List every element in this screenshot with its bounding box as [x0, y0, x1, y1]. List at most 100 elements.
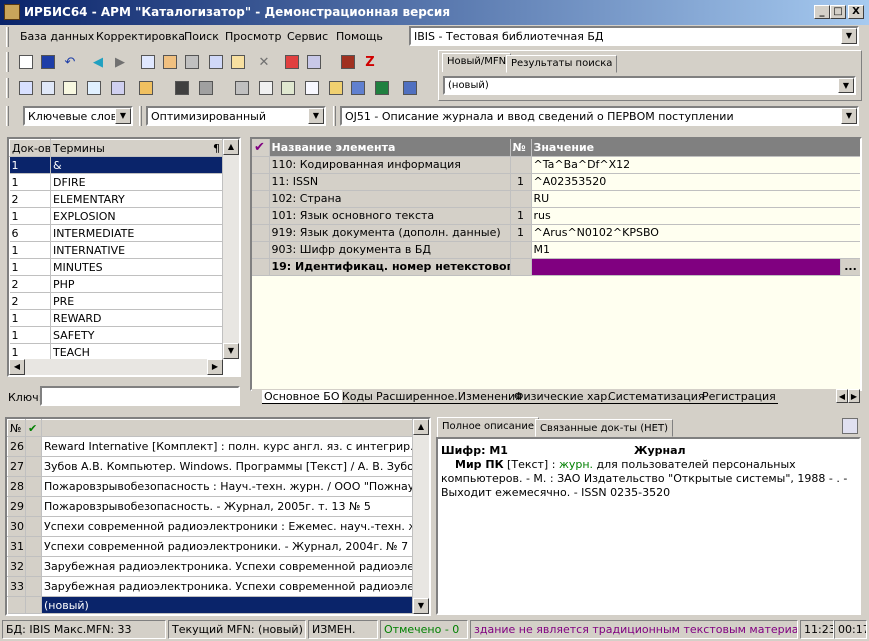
record-row[interactable]: 29 Пожаровзрывобезопасность. - Журнал, 20…: [7, 496, 413, 517]
export-icon[interactable]: [304, 52, 324, 72]
records-list[interactable]: № ✔ 26 Reward Internative [Комплект] : по…: [5, 417, 431, 616]
record-mark[interactable]: [25, 496, 42, 517]
search-mode-select[interactable]: Оптимизированный ▼: [146, 106, 326, 126]
records-col-title[interactable]: [41, 419, 413, 437]
field-row[interactable]: 19: Идентификац. номер нетекстового мате…: [252, 258, 860, 276]
menu-service[interactable]: Сервис: [287, 30, 328, 43]
tab-linked-docs[interactable]: Связанные док-ты (НЕТ): [535, 419, 673, 437]
field-row[interactable]: 11: ISSN 1 ^A02353520: [252, 173, 860, 191]
undo-icon[interactable]: ↶: [60, 52, 80, 72]
scroll-right-icon[interactable]: ▶: [207, 359, 223, 375]
term-row[interactable]: 2 PRE: [9, 292, 223, 310]
new-doc-icon[interactable]: [16, 52, 36, 72]
pin-icon[interactable]: ¶: [213, 142, 220, 155]
view-icon[interactable]: [172, 78, 192, 98]
field-value[interactable]: [531, 258, 841, 276]
field-row[interactable]: 110: Кодированная информация ^Ta^Ba^Df^X1…: [252, 156, 860, 174]
terms-hscroll[interactable]: [9, 359, 223, 375]
terms-vscroll[interactable]: [223, 139, 239, 359]
field-row[interactable]: 101: Язык основного текста 1 rus: [252, 207, 860, 225]
z3950-icon[interactable]: Z: [360, 52, 380, 72]
arrow-right-icon[interactable]: ▶: [110, 52, 130, 72]
term-row[interactable]: 1 MINUTES: [9, 258, 223, 276]
record-row[interactable]: 27 Зубов А.В. Компьютер. Windows. Програм…: [7, 456, 413, 477]
mail-icon[interactable]: [60, 78, 80, 98]
scroll-left-icon[interactable]: ◀: [9, 359, 25, 375]
record-mark[interactable]: [25, 556, 42, 577]
folder-icon[interactable]: [196, 78, 216, 98]
menu-search[interactable]: Поиск: [184, 30, 219, 43]
field-value[interactable]: ^Ta^Ba^Df^X12: [531, 156, 860, 174]
menu-edit[interactable]: Корректировка: [96, 30, 185, 43]
fields-col-value[interactable]: Значение: [531, 139, 860, 157]
check-icon[interactable]: ✔: [25, 419, 42, 437]
field-value[interactable]: RU: [531, 190, 860, 208]
record-mark[interactable]: [25, 476, 42, 497]
records-vscroll[interactable]: [413, 419, 429, 614]
scroll-right-icon[interactable]: ▶: [848, 389, 860, 403]
chevron-down-icon[interactable]: ▼: [308, 108, 324, 124]
record-row[interactable]: 30 Успехи современной радиоэлектроники : …: [7, 516, 413, 537]
documents-icon[interactable]: [256, 78, 276, 98]
terms-list[interactable]: Док-ов Термины ¶ 1 & 1 DFIRE 2 ELEMENTARY 1 EXPL…: [7, 137, 241, 377]
term-row[interactable]: 2 ELEMENTARY: [9, 190, 223, 208]
terms-col-docs[interactable]: Док-ов: [9, 139, 51, 157]
check-icon[interactable]: ✔: [252, 139, 270, 157]
field-row[interactable]: 903: Шифр документа в БД M1: [252, 241, 860, 259]
term-row[interactable]: 2 PHP: [9, 275, 223, 293]
record-mark[interactable]: [25, 516, 42, 537]
hand-icon[interactable]: [136, 78, 156, 98]
printer-icon[interactable]: [232, 78, 252, 98]
chevron-down-icon[interactable]: ▼: [115, 108, 131, 124]
fields-col-name[interactable]: Название элемента: [269, 139, 511, 157]
term-row[interactable]: 6 INTERMEDIATE: [9, 224, 223, 242]
chevron-down-icon[interactable]: ▼: [841, 108, 857, 124]
tree-icon[interactable]: [206, 52, 226, 72]
copy-doc-icon[interactable]: [278, 78, 298, 98]
record-row[interactable]: 33 Зарубежная радиоэлектроника. Успехи со…: [7, 576, 413, 597]
print-icon[interactable]: [182, 52, 202, 72]
record-row[interactable]: 28 Пожаровзрывобезопасность : Науч.-техн.…: [7, 476, 413, 497]
tab-full-description[interactable]: Полное описание: [437, 417, 539, 437]
term-row[interactable]: 1 EXPLOSION: [9, 207, 223, 225]
chevron-down-icon[interactable]: ▼: [838, 78, 854, 93]
record-mark[interactable]: [25, 536, 42, 557]
term-row[interactable]: 1 TEACH: [9, 343, 223, 361]
ellipsis-button[interactable]: ...: [840, 258, 860, 276]
terms-col-terms[interactable]: Термины ¶: [50, 139, 223, 157]
term-row[interactable]: 1 SAFETY: [9, 326, 223, 344]
folder-open-icon[interactable]: [326, 78, 346, 98]
field-value[interactable]: M1: [531, 241, 860, 259]
record-row[interactable]: 32 Зарубежная радиоэлектроника. Успехи со…: [7, 556, 413, 577]
tab-new-mfn[interactable]: Новый/MFN: [442, 53, 512, 72]
scroll-down-icon[interactable]: ▼: [413, 598, 429, 614]
record-row[interactable]: 26 Reward Internative [Комплект] : полн. …: [7, 436, 413, 457]
chevron-down-icon[interactable]: ▼: [841, 28, 857, 44]
database-select[interactable]: IBIS - Тестовая библиотечная БД ▼: [409, 26, 859, 46]
copy-icon[interactable]: [138, 52, 158, 72]
record-row[interactable]: 31 Успехи современной радиоэлектроники. -…: [7, 536, 413, 557]
fields-grid[interactable]: ✔ Название элемента № Значение 110: Коди…: [250, 137, 862, 391]
term-row[interactable]: 1 INTERNATIVE: [9, 241, 223, 259]
search-type-select[interactable]: Ключевые слова ▼: [23, 106, 133, 126]
edit-icon[interactable]: [228, 52, 248, 72]
field-tab[interactable]: Коды: [340, 390, 375, 404]
scroll-left-icon[interactable]: ◀: [836, 389, 848, 403]
worksheet-select[interactable]: OJ51 - Описание журнала и ввод сведений …: [340, 106, 859, 126]
scroll-up-icon[interactable]: ▲: [413, 419, 429, 435]
field-tab[interactable]: Регистрация: [700, 390, 778, 404]
field-tab[interactable]: Расширенное.Изменения: [374, 390, 524, 404]
record-mark[interactable]: [25, 456, 42, 477]
chart-icon[interactable]: [348, 78, 368, 98]
menu-view[interactable]: Просмотр: [225, 30, 281, 43]
print-preview-icon[interactable]: [842, 418, 858, 434]
books-icon[interactable]: [338, 52, 358, 72]
field-row[interactable]: 919: Язык документа (дополн. данные) 1 ^Ar…: [252, 224, 860, 242]
fields-col-num[interactable]: №: [510, 139, 532, 157]
import-icon[interactable]: [282, 52, 302, 72]
scroll-down-icon[interactable]: ▼: [223, 343, 239, 359]
excel-icon[interactable]: [372, 78, 392, 98]
field-value[interactable]: ^A02353520: [531, 173, 860, 191]
term-row[interactable]: 1 DFIRE: [9, 173, 223, 191]
term-row[interactable]: 1 REWARD: [9, 309, 223, 327]
